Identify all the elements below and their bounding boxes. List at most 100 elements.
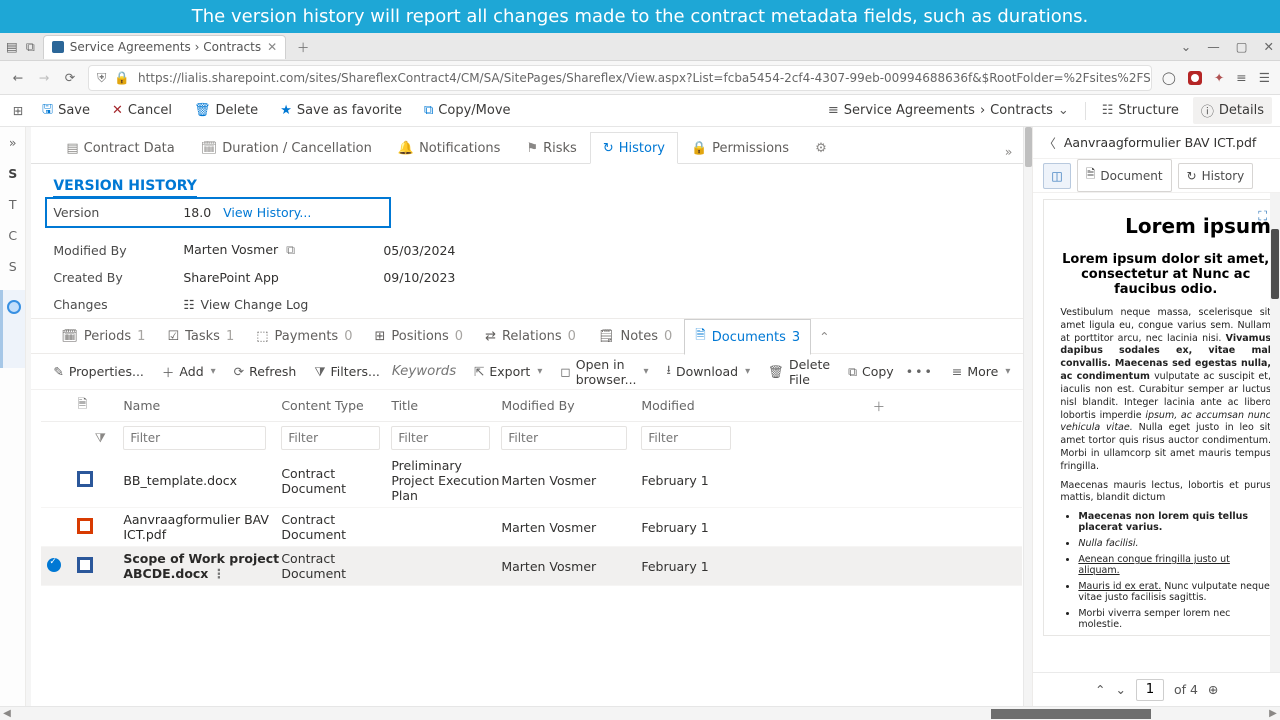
properties-button[interactable]: ✎Properties... — [47, 360, 150, 383]
preview-back-icon[interactable]: 〈 — [1043, 133, 1056, 152]
delete-button[interactable]: 🗑Delete — [186, 99, 266, 122]
cancel-button[interactable]: ✕Cancel — [104, 99, 180, 122]
copymove-button[interactable]: ⧉Copy/Move — [416, 99, 519, 122]
close-window-button[interactable]: ✕ — [1264, 39, 1274, 54]
export-button[interactable]: ⇱Export▾ — [468, 360, 548, 383]
tab-risks[interactable]: ⚑Risks — [513, 132, 589, 163]
doc-subtitle: Lorem ipsum dolor sit amet, consectetur … — [1060, 252, 1271, 297]
tab-contract-data[interactable]: ▤Contract Data — [53, 132, 187, 163]
tabs-overflow-icon[interactable]: » — [1001, 140, 1017, 163]
doc-paragraph: Vestibulum neque massa, scelerisque sit … — [1060, 307, 1271, 474]
preview-tab-history[interactable]: ↻History — [1178, 163, 1254, 189]
tab-notifications[interactable]: 🔔Notifications — [385, 132, 514, 163]
expand-preview-icon[interactable]: ⛶ — [1258, 208, 1267, 224]
refresh-button[interactable]: ⟳Refresh — [228, 360, 303, 383]
minimize-button[interactable]: — — [1207, 39, 1220, 54]
tab-duration[interactable]: 🗓Duration / Cancellation — [188, 132, 385, 163]
open-browser-button[interactable]: ◻Open in browser...▾ — [554, 353, 654, 391]
firefox-container-icon[interactable]: ⧉ — [26, 39, 35, 55]
lock-icon[interactable]: 🔒 — [114, 70, 130, 86]
sidebar-icon[interactable]: ▤ — [6, 39, 18, 54]
view-change-log-link[interactable]: ☷View Change Log — [183, 297, 383, 312]
add-column-icon[interactable]: ＋ — [741, 396, 1016, 415]
row-selected-icon[interactable] — [47, 558, 61, 572]
tab-empty[interactable]: ⚙ — [802, 132, 840, 163]
doc-paragraph: Maecenas mauris lectus, lobortis et puru… — [1060, 480, 1271, 506]
add-button[interactable]: ＋Add▾ — [156, 358, 222, 385]
app-launcher-icon[interactable]: ⊞ — [8, 103, 28, 118]
row-menu-icon[interactable]: ⋮ — [213, 566, 226, 581]
overflow-menu-icon[interactable]: ••• — [906, 364, 934, 379]
save-button[interactable]: 🖫Save — [34, 96, 98, 126]
more-menu[interactable]: ≡More▾ — [946, 360, 1017, 383]
tab-documents[interactable]: 🗎Documents3 — [684, 319, 811, 355]
selected-indicator-icon — [7, 300, 21, 314]
preview-vertical-scrollbar[interactable] — [1270, 193, 1280, 672]
back-button[interactable]: ← — [10, 70, 26, 85]
col-modified-by[interactable]: Modified By — [501, 398, 641, 413]
extension-puzzle-icon[interactable]: ✦ — [1214, 70, 1224, 85]
extension-icon[interactable]: ◯ — [1162, 70, 1176, 85]
col-title[interactable]: Title — [391, 398, 501, 413]
doc-bullet: Morbi viverra semper lorem nec molestie. — [1078, 608, 1271, 630]
expand-panel-icon[interactable]: » — [9, 135, 17, 150]
tab-permissions[interactable]: 🔒Permissions — [678, 132, 802, 163]
favorite-button[interactable]: ★Save as favorite — [272, 99, 410, 122]
col-modified[interactable]: Modified — [641, 398, 741, 413]
delete-file-button[interactable]: 🗑Delete File — [762, 353, 836, 391]
structure-button[interactable]: ☷Structure — [1094, 99, 1187, 122]
tab-notes[interactable]: 🗒Notes0 — [588, 323, 682, 350]
tab-periods[interactable]: 🗓Periods1 — [51, 323, 155, 350]
col-name[interactable]: Name — [123, 398, 281, 413]
prev-page-icon[interactable]: ⌃ — [1095, 682, 1105, 697]
view-history-link[interactable]: View History... — [223, 205, 311, 220]
copy-button[interactable]: ⧉Copy — [842, 360, 900, 384]
breadcrumb[interactable]: ≡Service Agreements›Contracts⌄ — [820, 99, 1077, 122]
collapse-icon[interactable]: ⌃ — [819, 329, 829, 344]
type-column-icon[interactable]: 🗎 — [77, 395, 123, 416]
tab-relations[interactable]: ⇄Relations0 — [475, 323, 586, 350]
table-row[interactable]: Aanvraagformulier BAV ICT.pdf Contract D… — [41, 508, 1022, 547]
filter-content-type[interactable] — [281, 426, 380, 450]
tab-payments[interactable]: ⬚Payments0 — [246, 323, 362, 350]
modified-by-value: Marten Vosmer — [183, 242, 278, 257]
copy-icon[interactable]: ⧉ — [286, 242, 295, 257]
extensions-icon[interactable]: ≡ — [1236, 70, 1246, 85]
bottom-horizontal-scrollbar[interactable]: ◀ ▶ — [0, 706, 1280, 720]
details-button[interactable]: ⓘDetails — [1193, 97, 1272, 124]
filter-name[interactable] — [123, 426, 265, 450]
filters-button[interactable]: ⧩Filters... — [308, 360, 386, 384]
download-button[interactable]: ⭳Download▾ — [661, 357, 757, 386]
file-name: Scope of Work project ABCDE.docx ⋮ — [123, 551, 281, 581]
close-tab-icon[interactable]: ✕ — [267, 40, 277, 54]
collapsed-left-panel[interactable]: » S T C S — [0, 127, 26, 706]
filter-funnel-icon[interactable]: ⧩ — [77, 430, 123, 446]
table-row[interactable]: Scope of Work project ABCDE.docx ⋮ Contr… — [41, 547, 1022, 586]
ublock-icon[interactable] — [1188, 71, 1202, 85]
page-number-input[interactable] — [1136, 679, 1164, 701]
chevron-down-icon[interactable]: ⌄ — [1181, 39, 1191, 54]
shield-icon[interactable]: ⛨ — [97, 70, 106, 86]
address-bar[interactable]: ⛨ 🔒 https://lialis.sharepoint.com/sites/… — [88, 65, 1152, 91]
hamburger-menu-icon[interactable]: ☰ — [1259, 70, 1270, 85]
preview-tab-icon[interactable]: ◫ — [1043, 163, 1070, 189]
browser-tab[interactable]: Service Agreements › Contracts ✕ — [43, 35, 286, 59]
tab-tasks[interactable]: ☑Tasks1 — [157, 323, 244, 350]
col-content-type[interactable]: Content Type — [281, 398, 391, 413]
zoom-icon[interactable]: ⊕ — [1208, 682, 1218, 697]
main-vertical-scrollbar[interactable] — [1023, 127, 1032, 706]
documents-table: 🗎 Name Content Type Title Modified By Mo… — [31, 390, 1032, 706]
tab-history[interactable]: ↻History — [590, 132, 678, 164]
filter-modified-by[interactable] — [501, 426, 627, 450]
filter-title[interactable] — [391, 426, 490, 450]
next-page-icon[interactable]: ⌄ — [1115, 682, 1125, 697]
tab-positions[interactable]: ⊞Positions0 — [364, 323, 473, 350]
keywords-input[interactable] — [392, 364, 462, 379]
maximize-button[interactable]: ▢ — [1236, 39, 1248, 54]
filter-modified[interactable] — [641, 426, 731, 450]
table-row[interactable]: BB_template.docx Contract Document Preli… — [41, 454, 1022, 508]
reload-button[interactable]: ⟳ — [62, 70, 78, 85]
new-tab-button[interactable]: ＋ — [294, 38, 312, 56]
modified-by-label: Modified By — [53, 243, 183, 258]
preview-tab-document[interactable]: 🗎Document — [1077, 159, 1172, 192]
